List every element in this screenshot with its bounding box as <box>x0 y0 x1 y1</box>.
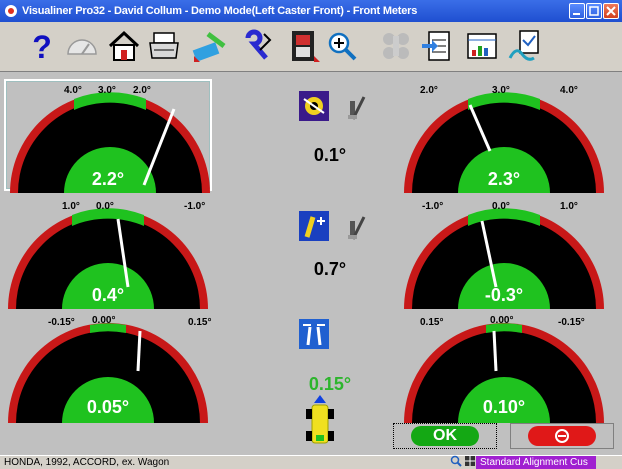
maximize-button[interactable] <box>586 3 602 19</box>
vehicle-label: HONDA, 1992, ACCORD, ex. Wagon <box>4 457 170 468</box>
app-icon <box>4 4 18 18</box>
left-toe-center-label: 0.00° <box>92 315 116 326</box>
printer-icon <box>149 32 179 59</box>
zoom-icon <box>328 32 357 61</box>
left-caster-max-label: 2.0° <box>133 85 151 96</box>
grid-icon[interactable] <box>464 455 476 469</box>
left-toe-min-label: -0.15° <box>48 317 75 328</box>
left-camber-center-label: 0.0° <box>96 201 114 212</box>
left-camber-min-label: 1.0° <box>62 201 80 212</box>
right-toe-max-label: -0.15° <box>558 317 585 328</box>
ok-button[interactable]: OK <box>393 423 497 449</box>
right-camber-gauge[interactable]: -1.0° 0.0° 1.0° -0.3° <box>400 197 608 309</box>
caster-cross-value: 0.1° <box>313 145 347 165</box>
adjust-button[interactable] <box>238 26 278 66</box>
home-button[interactable] <box>104 26 144 66</box>
right-camber-value: -0.3° <box>484 285 524 305</box>
right-toe-center-label: 0.00° <box>490 315 514 326</box>
home-icon <box>108 30 140 61</box>
left-toe-max-label: 0.15° <box>188 317 212 328</box>
help-icon: ? <box>32 29 52 64</box>
left-caster-min-label: 4.0° <box>64 85 82 96</box>
spec-label: Standard Alignment Cus <box>476 456 596 469</box>
right-caster-min-label: 2.0° <box>420 85 438 96</box>
right-caster-gauge[interactable]: 2.0° 3.0° 4.0° 2.3° <box>400 81 608 193</box>
minimize-button[interactable] <box>569 3 585 19</box>
left-toe-value: 0.05° <box>86 397 130 417</box>
print-button[interactable] <box>144 26 184 66</box>
chart-button[interactable] <box>462 26 502 66</box>
video-button[interactable] <box>284 26 324 66</box>
right-camber-max-label: 1.0° <box>560 201 578 212</box>
zoom-icon[interactable] <box>450 455 462 469</box>
left-camber-max-label: -1.0° <box>184 201 206 212</box>
right-camber-min-label: -1.0° <box>422 201 444 212</box>
left-caster-value: 2.2° <box>91 169 125 189</box>
toolbar: ? <box>0 22 622 72</box>
wheels-icon <box>383 33 409 59</box>
right-toe-min-label: 0.15° <box>420 317 444 328</box>
toe-icon <box>299 319 329 349</box>
measure-button[interactable] <box>190 26 230 66</box>
wheels-button[interactable] <box>376 26 416 66</box>
title-bar: Visualiner Pro32 - David Collum - Demo M… <box>0 0 622 22</box>
meters-panel: 4.0° 3.0° 2.0° 2.2° 2.0° 3.0° 4.0° 2.3° … <box>0 73 622 455</box>
svg-text:?: ? <box>32 29 52 64</box>
lift-icon <box>346 93 368 121</box>
chart-icon <box>467 33 497 59</box>
help-button[interactable]: ? <box>22 26 62 66</box>
gauge-icon <box>67 39 97 55</box>
zoom-button[interactable] <box>322 26 362 66</box>
right-caster-max-label: 4.0° <box>560 85 578 96</box>
left-toe-gauge[interactable]: -0.15° 0.00° 0.15° 0.05° <box>4 311 212 423</box>
right-toe-gauge[interactable]: 0.15° 0.00° -0.15° 0.10° <box>400 311 608 423</box>
cancel-button[interactable] <box>510 423 614 449</box>
close-button[interactable] <box>603 3 619 19</box>
total-toe-value: 0.15° <box>308 374 352 394</box>
caster-icon <box>299 91 329 121</box>
camber-cross-value: 0.7° <box>313 259 347 279</box>
report-icon <box>508 30 539 61</box>
report-button[interactable] <box>504 26 544 66</box>
ok-button-label: OK <box>411 426 479 446</box>
right-caster-center-label: 3.0° <box>492 85 510 96</box>
left-caster-center-label: 3.0° <box>98 85 116 96</box>
clipboard-button[interactable] <box>418 26 458 66</box>
left-camber-value: 0.4° <box>91 285 125 305</box>
status-bar: HONDA, 1992, ACCORD, ex. Wagon Standard … <box>0 455 622 469</box>
left-camber-gauge[interactable]: 1.0° 0.0° -1.0° 0.4° <box>4 197 212 309</box>
cancel-icon <box>528 426 596 446</box>
camber-icon <box>299 211 329 241</box>
lift-icon <box>346 213 368 241</box>
right-caster-value: 2.3° <box>487 169 521 189</box>
clipboard-icon <box>422 31 450 61</box>
window-title: Visualiner Pro32 - David Collum - Demo M… <box>22 5 418 17</box>
left-caster-gauge[interactable]: 4.0° 3.0° 2.0° 2.2° <box>4 79 212 193</box>
vehicle-icon <box>302 395 338 447</box>
measure-icon <box>192 32 226 62</box>
meters-button[interactable] <box>62 26 102 66</box>
right-toe-value: 0.10° <box>482 397 526 417</box>
film-icon <box>292 31 320 62</box>
right-camber-center-label: 0.0° <box>492 201 510 212</box>
wrench-icon <box>245 29 272 60</box>
